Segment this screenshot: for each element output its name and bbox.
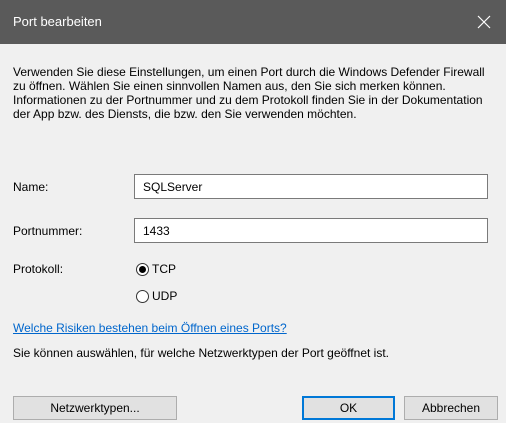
port-label: Portnummer: [13,224,83,238]
protocol-udp-option[interactable]: UDP [136,289,177,303]
name-label: Name: [13,180,49,194]
network-types-button[interactable]: Netzwerktypen... [13,396,177,420]
dialog-title: Port bearbeiten [13,14,102,29]
button-bar: Netzwerktypen... OK Abbrechen [0,374,506,423]
risks-link[interactable]: Welche Risiken bestehen beim Öffnen eine… [13,321,287,335]
protocol-udp-label: UDP [152,289,178,303]
ok-button[interactable]: OK [302,396,395,420]
protocol-tcp-option[interactable]: TCP [136,262,176,276]
radio-icon[interactable] [136,289,149,303]
name-input[interactable]: SQLServer [134,174,488,199]
close-button[interactable] [462,0,506,44]
protocol-tcp-label: TCP [152,262,176,276]
radio-icon[interactable] [136,262,149,276]
close-icon [477,15,491,29]
dialog-body: Verwenden Sie diese Einstellungen, um ei… [0,44,506,374]
protocol-label: Protokoll: [13,262,64,276]
description-text: Verwenden Sie diese Einstellungen, um ei… [13,65,485,121]
network-info-text: Sie können auswählen, für welche Netzwer… [13,346,389,360]
port-input[interactable]: 1433 [134,218,488,243]
title-bar: Port bearbeiten [0,0,506,44]
cancel-button[interactable]: Abbrechen [404,396,498,420]
